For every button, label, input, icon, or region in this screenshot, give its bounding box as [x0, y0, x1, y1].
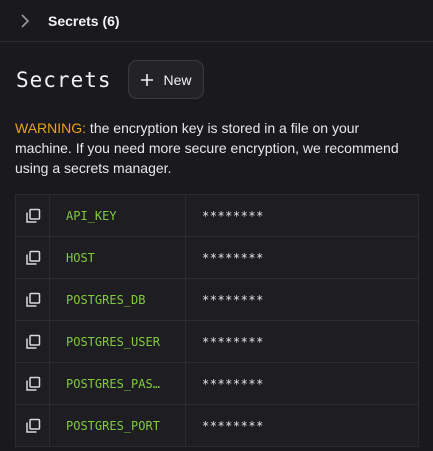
secret-key: POSTGRES_DB: [50, 279, 186, 320]
secret-value: ********: [202, 418, 264, 433]
secret-row: API_KEY ********: [15, 195, 419, 237]
secret-key: POSTGRES_PORT: [50, 405, 186, 446]
page-title: Secrets: [16, 67, 112, 92]
secret-row: POSTGRES_PORT ********: [15, 405, 419, 447]
secret-key: API_KEY: [50, 195, 186, 236]
new-secret-button[interactable]: New: [127, 60, 204, 99]
section-title: Secrets (6): [48, 12, 120, 29]
warning-label: WARNING:: [15, 120, 87, 136]
secret-row: POSTGRES_USER ********: [15, 321, 419, 363]
secret-key: POSTGRES_USER: [50, 321, 186, 362]
chevron-right-icon[interactable]: [18, 13, 32, 28]
secret-key: POSTGRES_PAS…: [50, 363, 186, 404]
secrets-section-header[interactable]: Secrets (6): [0, 0, 433, 42]
title-row: Secrets New: [16, 60, 433, 99]
secret-value: ********: [202, 334, 264, 349]
secret-value: ********: [202, 376, 264, 391]
secret-value: ********: [202, 250, 264, 265]
plus-icon: [140, 73, 154, 87]
secrets-table: API_KEY ******** HOST ******** POSTGRES_DB **…: [15, 194, 419, 447]
copy-icon[interactable]: [16, 279, 50, 320]
secret-row: POSTGRES_PAS… ********: [15, 363, 419, 405]
new-button-label: New: [163, 71, 192, 88]
encryption-warning: WARNING: the encryption key is stored in…: [15, 118, 419, 178]
secret-value: ********: [202, 292, 264, 307]
copy-icon[interactable]: [16, 363, 50, 404]
copy-icon[interactable]: [16, 321, 50, 362]
secret-key: HOST: [50, 237, 186, 278]
secret-value: ********: [202, 208, 264, 223]
copy-icon[interactable]: [16, 405, 50, 446]
copy-icon[interactable]: [16, 237, 50, 278]
copy-icon[interactable]: [16, 195, 50, 236]
secret-row: POSTGRES_DB ********: [15, 279, 419, 321]
secret-row: HOST ********: [15, 237, 419, 279]
